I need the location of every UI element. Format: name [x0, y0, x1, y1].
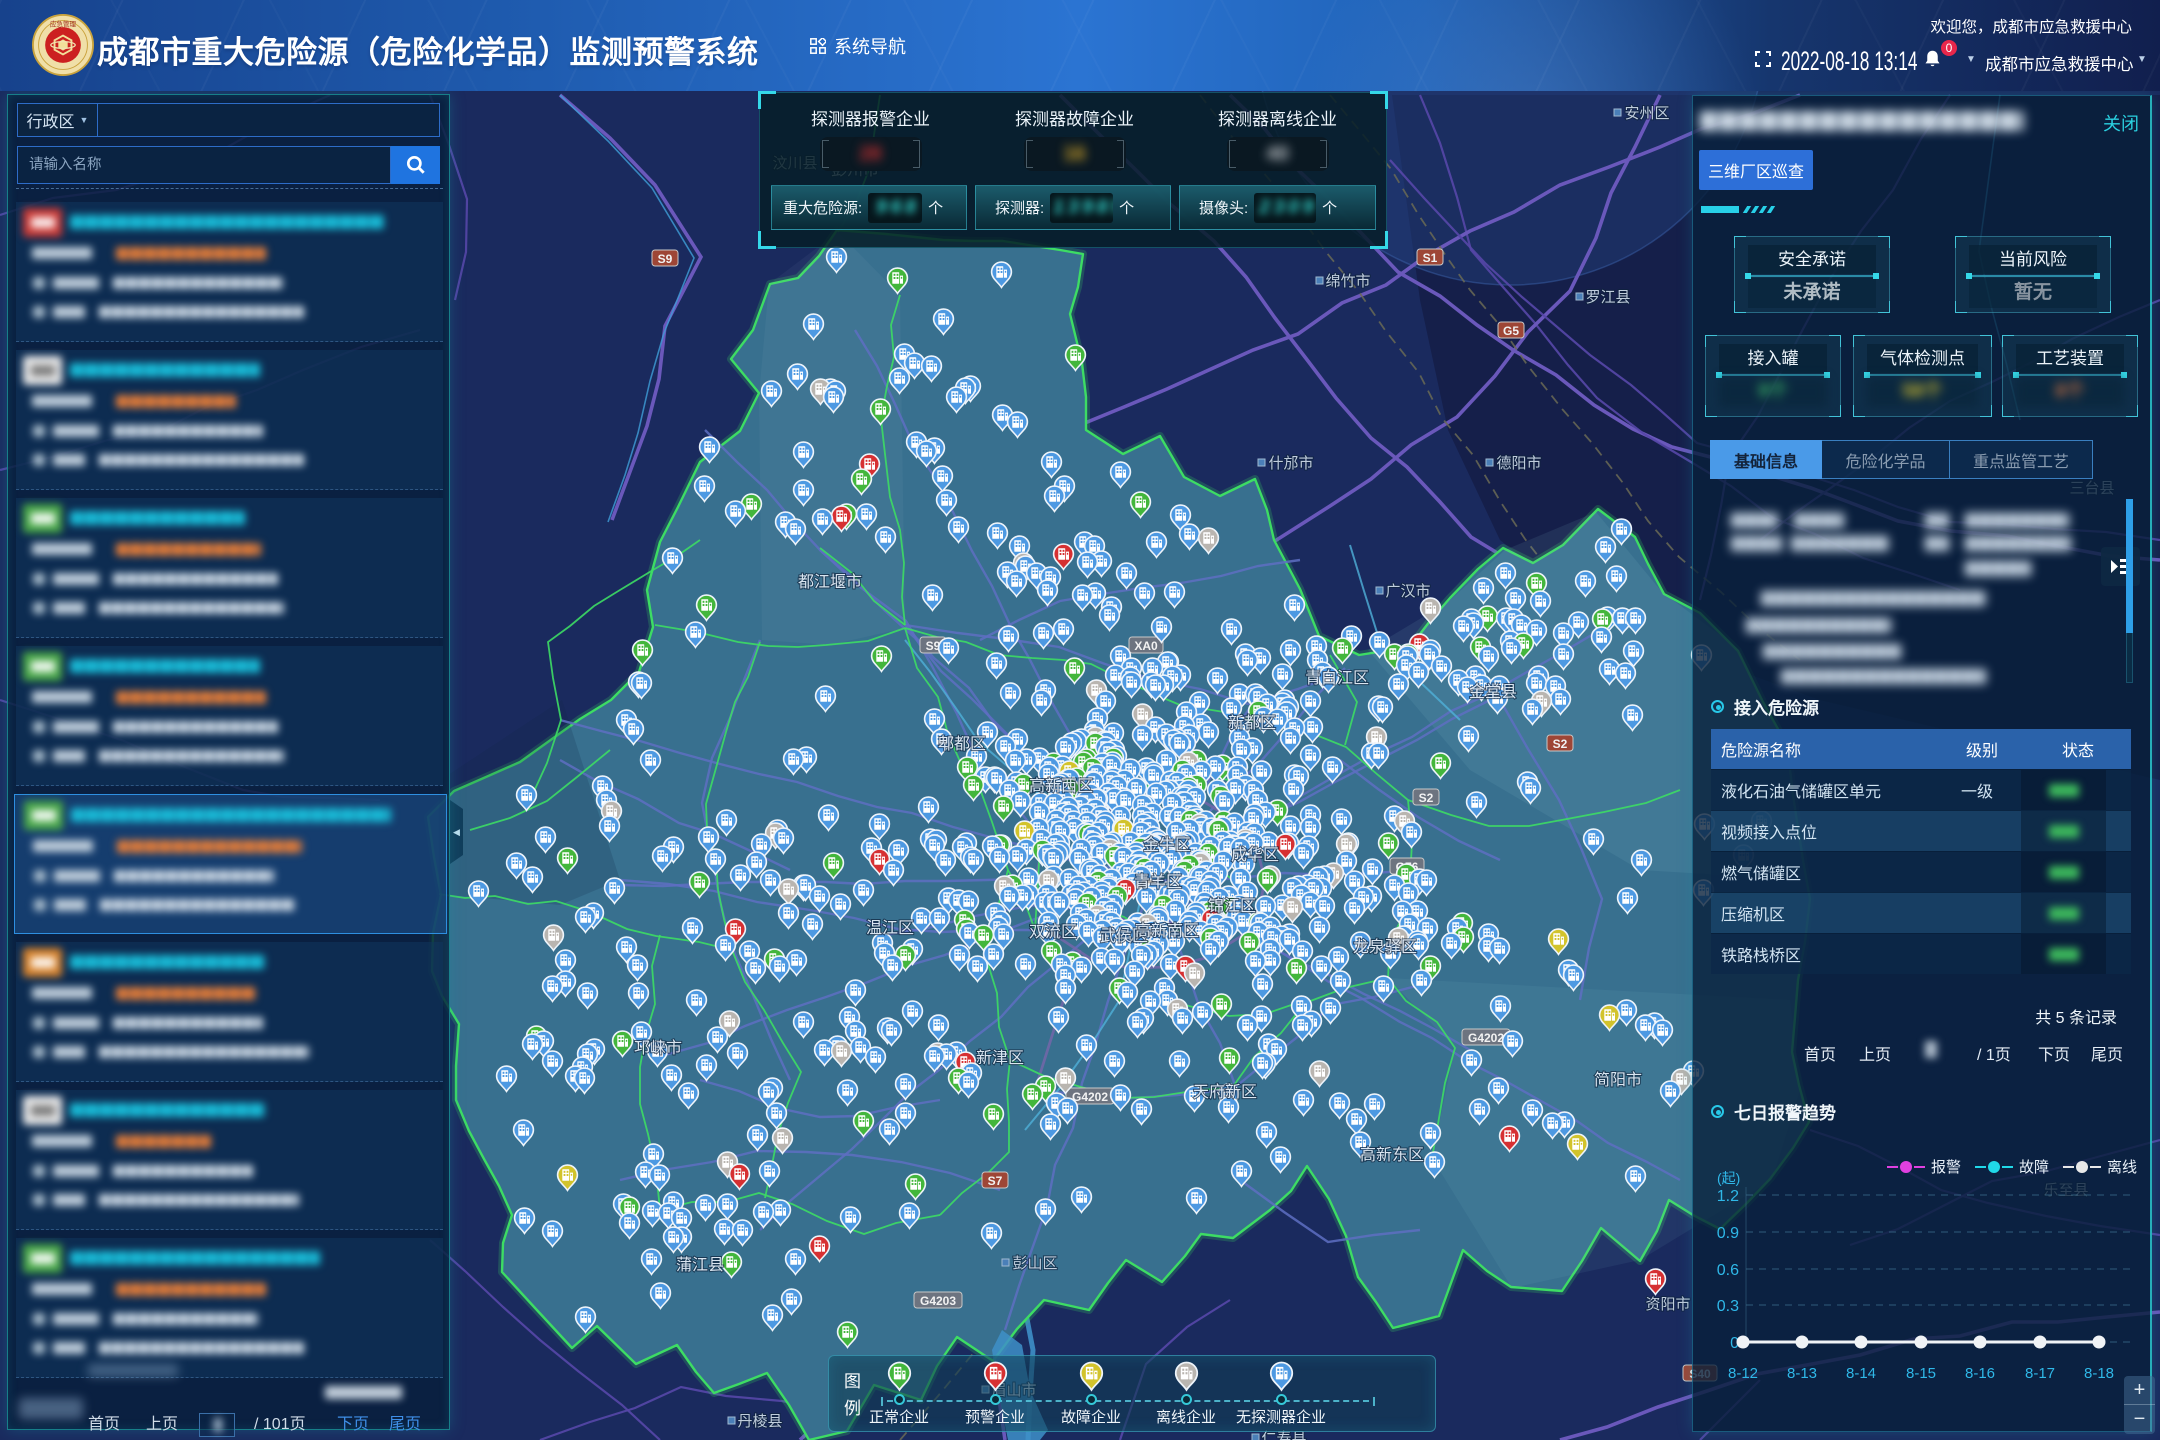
- svg-text:应急管理: 应急管理: [50, 20, 77, 29]
- svg-text:高新西区: 高新西区: [1029, 777, 1093, 795]
- svg-text:S2: S2: [1553, 737, 1568, 751]
- svg-text:G4202: G4202: [1072, 1090, 1108, 1104]
- svg-text:8-15: 8-15: [1906, 1365, 1936, 1382]
- svg-text:绵竹市: 绵竹市: [1325, 273, 1370, 290]
- svg-text:广汉市: 广汉市: [1385, 583, 1430, 600]
- svg-text:锦江区: 锦江区: [1208, 897, 1256, 915]
- svg-text:8-13: 8-13: [1787, 1365, 1817, 1382]
- svg-text:都江堰市: 都江堰市: [798, 573, 862, 591]
- svg-text:简阳市: 简阳市: [1594, 1071, 1642, 1089]
- svg-text:双流区: 双流区: [1029, 923, 1077, 941]
- svg-text:罗江县: 罗江县: [1585, 289, 1630, 306]
- svg-text:G5: G5: [1503, 324, 1519, 338]
- svg-text:0.9: 0.9: [1717, 1225, 1739, 1242]
- svg-text:高新东区: 高新东区: [1360, 1146, 1424, 1164]
- svg-text:S1: S1: [1423, 251, 1438, 265]
- svg-text:8-14: 8-14: [1846, 1365, 1876, 1382]
- svg-text:龙泉驿区: 龙泉驿区: [1353, 938, 1417, 956]
- svg-text:0.3: 0.3: [1717, 1298, 1739, 1315]
- svg-text:安州区: 安州区: [1624, 105, 1669, 122]
- svg-text:0.6: 0.6: [1717, 1262, 1739, 1279]
- svg-text:德阳市: 德阳市: [1496, 454, 1541, 472]
- svg-text:资阳市: 资阳市: [1645, 1296, 1690, 1313]
- svg-text:1.2: 1.2: [1717, 1188, 1739, 1205]
- svg-text:青羊区: 青羊区: [1134, 873, 1182, 891]
- svg-text:成华区: 成华区: [1231, 846, 1279, 864]
- svg-text:郫都区: 郫都区: [938, 735, 986, 753]
- svg-text:8-17: 8-17: [2025, 1365, 2055, 1382]
- svg-text:S2: S2: [1419, 791, 1434, 805]
- svg-text:8-12: 8-12: [1728, 1365, 1758, 1382]
- svg-text:金牛区: 金牛区: [1143, 836, 1191, 854]
- svg-text:XA0: XA0: [1134, 639, 1158, 653]
- svg-text:新津区: 新津区: [976, 1049, 1024, 1067]
- svg-text:丹棱县: 丹棱县: [737, 1413, 782, 1430]
- svg-text:新都区: 新都区: [1228, 714, 1276, 732]
- svg-text:8-16: 8-16: [1965, 1365, 1995, 1382]
- svg-text:蒲江县: 蒲江县: [676, 1256, 724, 1274]
- svg-text:彭山区: 彭山区: [1012, 1255, 1057, 1272]
- svg-text:什邡市: 什邡市: [1268, 455, 1313, 472]
- svg-text:8-18: 8-18: [2084, 1365, 2114, 1382]
- svg-text:青白江区: 青白江区: [1305, 669, 1369, 687]
- svg-text:金堂县: 金堂县: [1469, 683, 1517, 701]
- svg-text:G4202: G4202: [1468, 1031, 1504, 1045]
- svg-text:温江区: 温江区: [866, 919, 914, 937]
- svg-text:S7: S7: [988, 1174, 1003, 1188]
- svg-text:高新南区: 高新南区: [1135, 922, 1199, 940]
- svg-text:邛崃市: 邛崃市: [634, 1039, 682, 1057]
- svg-text:天府新区: 天府新区: [1193, 1083, 1257, 1101]
- svg-text:G4203: G4203: [920, 1294, 956, 1308]
- svg-text:S9: S9: [658, 252, 673, 266]
